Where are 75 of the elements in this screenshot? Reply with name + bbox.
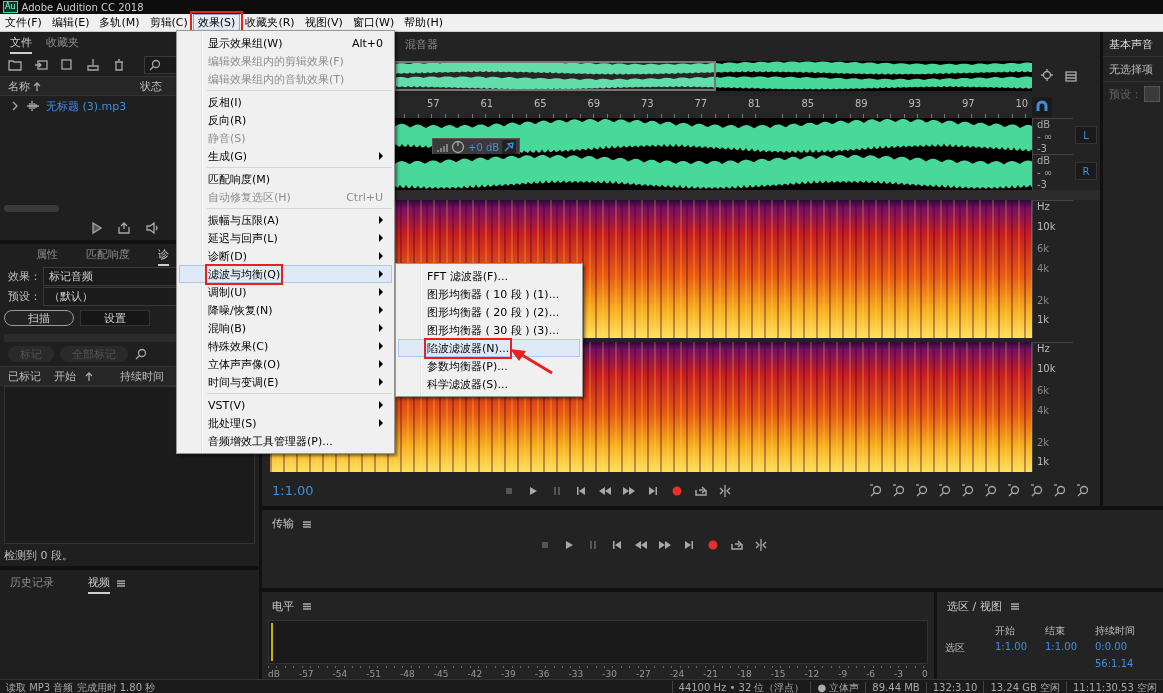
scale-label: -9	[838, 669, 848, 679]
scale-label: -30	[602, 669, 617, 679]
scale-label: -6	[866, 669, 876, 679]
ruler-label: 77	[694, 97, 709, 111]
scale-label: -51	[366, 669, 381, 679]
scale-label: Hz	[1037, 201, 1051, 214]
status-field: ● 立体声	[810, 680, 866, 693]
panel-title: 选区 / 视图	[947, 598, 1002, 614]
ruler-label: 65	[534, 97, 548, 111]
field-label: 效果：	[8, 268, 41, 284]
field-label: 预设：	[8, 288, 41, 304]
scale-label: -27	[635, 669, 651, 679]
status-message: 读取 MP3 音频 完成用时 1.80 秒	[5, 680, 156, 693]
status-field: 13.24 GB 空闲	[983, 680, 1066, 693]
time-display: 1:1.00	[272, 483, 315, 499]
field-label: 预设：	[1109, 86, 1142, 102]
panel-title: 基本声音	[1109, 36, 1153, 52]
scale-label: 10k	[1037, 221, 1057, 234]
scale-label: - ∞	[1037, 167, 1054, 178]
window-title: Adobe Audition CC 2018	[21, 1, 144, 13]
column-header: 开始	[995, 624, 1016, 638]
scale-label: - ∞	[1037, 131, 1054, 142]
panel-title: 传输	[272, 516, 294, 532]
scale-label: Hz	[1037, 343, 1051, 356]
scale-label: 1k	[1037, 314, 1051, 327]
column-header: 持续时间	[1095, 624, 1136, 638]
status-text: 检测到 0 段。	[4, 547, 73, 563]
scale-label: -3	[894, 669, 904, 679]
scale-label: -36	[534, 669, 550, 679]
scale-label: -3	[1037, 179, 1048, 190]
scale-label: 4k	[1037, 405, 1051, 418]
status-field: 44100 Hz • 32 位（浮点）	[671, 680, 811, 693]
ruler-label: 81	[748, 97, 762, 111]
ruler-label: 57	[427, 97, 441, 111]
volume-reading: +0 dB	[468, 141, 500, 153]
scale-label: -39	[501, 669, 516, 679]
scale-label: dB	[1037, 155, 1052, 166]
column-header: 结束	[1045, 624, 1066, 638]
scale-label: -3	[1037, 143, 1048, 154]
status-field: 11:11:30.53 空闲	[1066, 680, 1163, 693]
ruler-label: 61	[480, 97, 495, 111]
scale-label: -48	[400, 669, 415, 679]
scale-label: -54	[332, 669, 348, 679]
row-label: 选区	[945, 641, 966, 655]
scale-label: -18	[737, 669, 752, 679]
scale-label: 0	[922, 669, 928, 679]
scale-label: -12	[804, 669, 820, 679]
empty-message: 无选择项	[1109, 61, 1153, 77]
scale-label: 1k	[1037, 456, 1051, 469]
ruler-label: 10	[1015, 97, 1030, 111]
scale-label: -24	[669, 669, 685, 679]
scale-label: dB	[1037, 119, 1052, 130]
scale-label: -57	[298, 669, 314, 679]
scale-label: -45	[433, 669, 449, 679]
ruler-label: 73	[641, 97, 655, 111]
scale-label: 2k	[1037, 437, 1051, 450]
ruler-label: 85	[801, 97, 816, 111]
scale-label: -21	[703, 669, 719, 679]
scale-label: 2k	[1037, 295, 1051, 308]
scale-label: 6k	[1037, 243, 1051, 256]
status-field: 89.44 MB	[865, 682, 926, 693]
scale-label: -42	[467, 669, 483, 679]
panel-title: 电平	[272, 598, 294, 614]
ruler-label: 89	[855, 97, 869, 111]
scale-label: 4k	[1037, 263, 1051, 276]
scale-label: -15	[770, 669, 786, 679]
status-field: 132:3.10	[925, 682, 984, 693]
app-logo: Au	[3, 1, 18, 13]
ruler-label: 69	[587, 97, 602, 111]
scale-label: 6k	[1037, 385, 1051, 398]
scale-label: -33	[568, 669, 584, 679]
ruler-label: 97	[962, 97, 976, 111]
ruler-label: 93	[908, 97, 923, 111]
scale-label: 10k	[1037, 363, 1057, 376]
scale-label: dB	[268, 669, 280, 679]
